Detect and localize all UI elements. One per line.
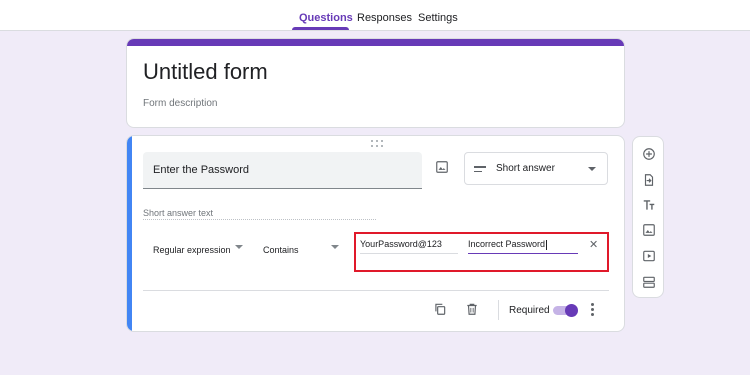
short-answer-lines-icon (474, 166, 486, 172)
video-icon[interactable] (640, 247, 658, 265)
pattern-input[interactable]: YourPassword@123 (360, 239, 458, 254)
footer-divider (143, 290, 609, 291)
tab-responses[interactable]: Responses (357, 12, 412, 24)
duplicate-icon[interactable] (431, 300, 449, 318)
question-title-field[interactable]: Enter the Password (143, 152, 422, 189)
trash-icon[interactable] (463, 300, 481, 318)
short-answer-preview: Short answer text (143, 203, 376, 220)
add-circle-icon[interactable] (640, 145, 658, 163)
required-toggle[interactable] (553, 304, 579, 317)
close-icon[interactable]: ✕ (589, 238, 598, 251)
floating-toolbar (632, 136, 664, 298)
active-tab-indicator (292, 27, 349, 30)
form-header-accent (127, 39, 624, 46)
active-card-indicator (127, 136, 132, 331)
validation-type-label: Regular expression (153, 245, 231, 255)
toggle-thumb (565, 304, 578, 317)
image-icon[interactable] (433, 158, 451, 176)
validation-condition-dropdown[interactable]: Contains (263, 240, 343, 256)
import-icon[interactable] (640, 171, 658, 189)
title-text-icon[interactable] (640, 196, 658, 214)
question-type-dropdown[interactable]: Short answer (464, 152, 608, 185)
question-card[interactable]: Enter the Password Short answer Short an… (126, 135, 625, 332)
more-vert-icon[interactable] (587, 300, 597, 318)
top-nav-bar: Questions Responses Settings (0, 0, 750, 31)
form-title[interactable]: Untitled form (143, 59, 268, 85)
highlight-annotation: YourPassword@123 Incorrect Password ✕ (354, 232, 609, 272)
chevron-down-icon (331, 245, 339, 249)
chevron-down-icon (235, 245, 243, 249)
validation-type-dropdown[interactable]: Regular expression (153, 240, 248, 256)
question-title-text: Enter the Password (153, 164, 249, 176)
tab-settings[interactable]: Settings (418, 12, 458, 24)
image-icon[interactable] (640, 221, 658, 239)
drag-handle-icon[interactable] (371, 140, 383, 148)
validation-condition-label: Contains (263, 245, 299, 255)
form-description[interactable]: Form description (143, 98, 217, 109)
short-answer-placeholder: Short answer text (143, 208, 214, 218)
footer-vertical-divider (498, 300, 499, 320)
chevron-down-icon (588, 167, 596, 171)
error-text-input[interactable]: Incorrect Password (468, 239, 578, 254)
tab-questions[interactable]: Questions (299, 12, 353, 24)
required-label: Required (509, 305, 550, 316)
section-icon[interactable] (640, 273, 658, 291)
error-text-value: Incorrect Password (468, 239, 546, 249)
question-type-label: Short answer (496, 163, 555, 174)
text-cursor (546, 239, 548, 250)
